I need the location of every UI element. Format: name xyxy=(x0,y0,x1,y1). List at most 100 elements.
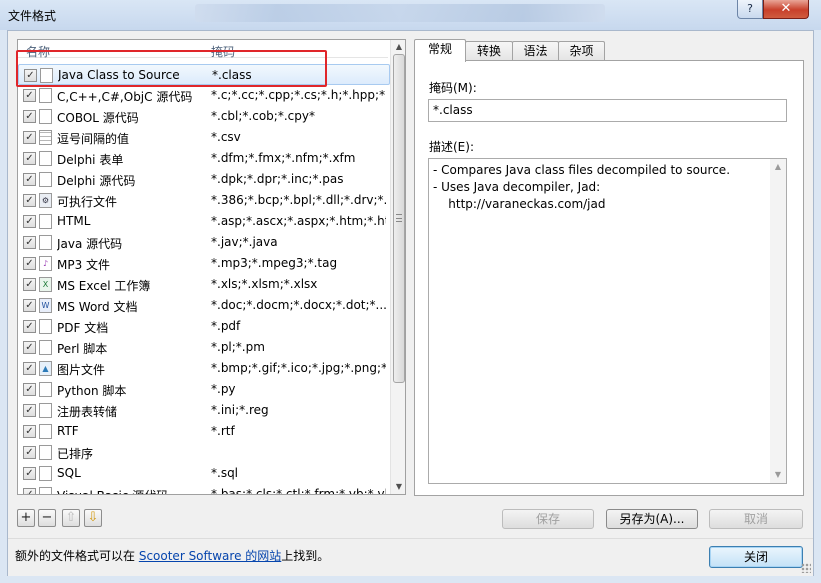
checkbox[interactable]: ✓ xyxy=(24,69,37,82)
format-mask: *.class xyxy=(212,68,252,82)
document-icon xyxy=(39,424,52,439)
table-row[interactable]: ✓ ♪ MP3 文件 *.mp3;*.mpeg3;*.tag xyxy=(18,253,390,274)
checkbox[interactable]: ✓ xyxy=(23,215,36,228)
column-header-name[interactable]: 名称 xyxy=(26,43,50,60)
checkbox[interactable]: ✓ xyxy=(23,299,36,312)
close-button[interactable]: 关闭 xyxy=(709,546,803,568)
scroll-thumb[interactable] xyxy=(393,54,405,383)
footer-text: 额外的文件格式可以在 Scooter Software 的网站上找到。 xyxy=(15,547,329,564)
remove-format-button[interactable]: − xyxy=(38,509,56,527)
format-name: C,C++,C#,ObjC 源代码 xyxy=(57,90,193,104)
checkbox[interactable]: ✓ xyxy=(23,467,36,480)
table-row[interactable]: ✓ ▲ 图片文件 *.bmp;*.gif;*.ico;*.jpg;*.png;*...… xyxy=(18,358,390,379)
table-row[interactable]: ✓ ⚙ 可执行文件 *.386;*.bcp;*.bpl;*.dll;*.drv;*..… xyxy=(18,190,390,211)
scooter-website-link[interactable]: Scooter Software 的网站 xyxy=(139,549,281,563)
scroll-up-arrow-icon[interactable]: ▲ xyxy=(393,42,405,51)
table-row[interactable]: ✓ HTML *.asp;*.ascx;*.aspx;*.htm;*.ht... xyxy=(18,211,390,232)
document-icon xyxy=(39,151,52,166)
format-mask: *.rtf xyxy=(211,424,235,438)
format-name: 图片文件 xyxy=(57,363,106,377)
checkbox[interactable]: ✓ xyxy=(23,488,36,494)
tab-misc[interactable]: 杂项 xyxy=(558,41,605,61)
table-row[interactable]: ✓ Delphi 源代码 *.dpk;*.dpr;*.inc;*.pas xyxy=(18,169,390,190)
checkbox[interactable]: ✓ xyxy=(23,131,36,144)
format-name: 可执行文件 xyxy=(57,195,118,209)
executable-icon: ⚙ xyxy=(39,193,52,208)
format-mask: *.xls;*.xlsm;*.xlsx xyxy=(211,277,318,291)
checkbox[interactable]: ✓ xyxy=(23,89,36,102)
table-row[interactable]: ✓ PDF 文档 *.pdf xyxy=(18,316,390,337)
table-row[interactable]: ✓ Java Class to Source *.class xyxy=(18,64,390,85)
checkbox[interactable]: ✓ xyxy=(23,110,36,123)
format-mask: *.pl;*.pm xyxy=(211,340,265,354)
description-scrollbar[interactable]: ▲ ▼ xyxy=(770,159,786,483)
checkbox[interactable]: ✓ xyxy=(23,257,36,270)
table-row[interactable]: ✓ C,C++,C#,ObjC 源代码 *.c;*.cc;*.cpp;*.cs;*.… xyxy=(18,85,390,106)
description-textarea[interactable]: - Compares Java class files decompiled t… xyxy=(428,158,787,484)
format-list[interactable]: 名称 掩码 ✓ Java Class to Source *.class ✓ C,C++… xyxy=(17,39,406,495)
desc-scroll-down-icon[interactable]: ▼ xyxy=(772,470,784,479)
format-name: Java Class to Source xyxy=(58,68,180,82)
add-format-button[interactable]: + xyxy=(17,509,35,527)
table-row[interactable]: ✓ Delphi 表单 *.dfm;*.fmx;*.nfm;*.xfm xyxy=(18,148,390,169)
list-scrollbar[interactable]: ▲ ▼ xyxy=(390,40,405,494)
save-button[interactable]: 保存 xyxy=(502,509,594,529)
format-mask: *.py xyxy=(211,382,236,396)
table-row[interactable]: ✓ Visual Basic 源代码*.bas;*.cls;*.ctl;*.frm… xyxy=(18,484,390,494)
checkbox[interactable]: ✓ xyxy=(23,341,36,354)
table-row[interactable]: ✓ Perl 脚本 *.pl;*.pm xyxy=(18,337,390,358)
mask-input[interactable]: *.class xyxy=(428,99,787,122)
column-header-mask[interactable]: 掩码 xyxy=(211,43,235,60)
format-name: MS Excel 工作簿 xyxy=(57,279,151,293)
document-icon xyxy=(39,487,52,494)
table-row[interactable]: ✓ RTF *.rtf xyxy=(18,421,390,442)
table-row[interactable]: ✓ Python 脚本 *.py xyxy=(18,379,390,400)
checkbox[interactable]: ✓ xyxy=(23,425,36,438)
checkbox[interactable]: ✓ xyxy=(23,362,36,375)
scroll-down-arrow-icon[interactable]: ▼ xyxy=(393,482,405,491)
checkbox[interactable]: ✓ xyxy=(23,446,36,459)
checkbox[interactable]: ✓ xyxy=(23,320,36,333)
table-row[interactable]: ✓ COBOL 源代码 *.cbl;*.cob;*.cpy* xyxy=(18,106,390,127)
checkbox[interactable]: ✓ xyxy=(23,194,36,207)
format-name: PDF 文档 xyxy=(57,321,109,335)
table-row[interactable]: ✓ Java 源代码 *.jav;*.java xyxy=(18,232,390,253)
document-icon xyxy=(39,466,52,481)
checkbox[interactable]: ✓ xyxy=(23,152,36,165)
table-row[interactable]: ✓ SQL *.sql xyxy=(18,463,390,484)
checkbox[interactable]: ✓ xyxy=(23,278,36,291)
list-header: 名称 掩码 xyxy=(18,40,388,60)
format-name: Python 脚本 xyxy=(57,384,127,398)
cancel-button[interactable]: 取消 xyxy=(709,509,803,529)
document-icon xyxy=(39,88,52,103)
format-mask: *.sql xyxy=(211,466,239,480)
table-row[interactable]: ✓ X MS Excel 工作簿 *.xls;*.xlsm;*.xlsx xyxy=(18,274,390,295)
tab-general[interactable]: 常规 xyxy=(414,39,466,62)
word-file-icon: W xyxy=(39,298,52,313)
format-name: MS Word 文档 xyxy=(57,300,138,314)
format-name: RTF xyxy=(57,424,79,438)
desc-scroll-up-icon[interactable]: ▲ xyxy=(772,162,784,171)
move-down-button[interactable]: ⇩ xyxy=(84,509,102,527)
checkbox[interactable]: ✓ xyxy=(23,383,36,396)
format-mask: *.ini;*.reg xyxy=(211,403,269,417)
tab-conversion[interactable]: 转换 xyxy=(465,41,513,61)
save-as-button[interactable]: 另存为(A)... xyxy=(606,509,698,529)
format-name: Perl 脚本 xyxy=(57,342,108,356)
table-row[interactable]: ✓ 注册表转储 *.ini;*.reg xyxy=(18,400,390,421)
table-row[interactable]: ✓ 已排序 xyxy=(18,442,390,463)
checkbox[interactable]: ✓ xyxy=(23,236,36,249)
table-row[interactable]: ✓ W MS Word 文档 *.doc;*.docm;*.docx;*.dot;*.… xyxy=(18,295,390,316)
table-row[interactable]: ✓ 逗号间隔的值 *.csv xyxy=(18,127,390,148)
checkbox[interactable]: ✓ xyxy=(23,173,36,186)
document-icon xyxy=(39,214,52,229)
format-mask: *.pdf xyxy=(211,319,241,333)
help-button[interactable]: ? xyxy=(737,0,763,19)
window-close-button[interactable]: ✕ xyxy=(763,0,809,19)
checkbox[interactable]: ✓ xyxy=(23,404,36,417)
resize-grip-icon[interactable] xyxy=(801,563,811,573)
grip-icon xyxy=(396,214,402,222)
document-icon xyxy=(39,340,52,355)
tab-syntax[interactable]: 语法 xyxy=(512,41,559,61)
move-up-button[interactable]: ⇧ xyxy=(62,509,80,527)
